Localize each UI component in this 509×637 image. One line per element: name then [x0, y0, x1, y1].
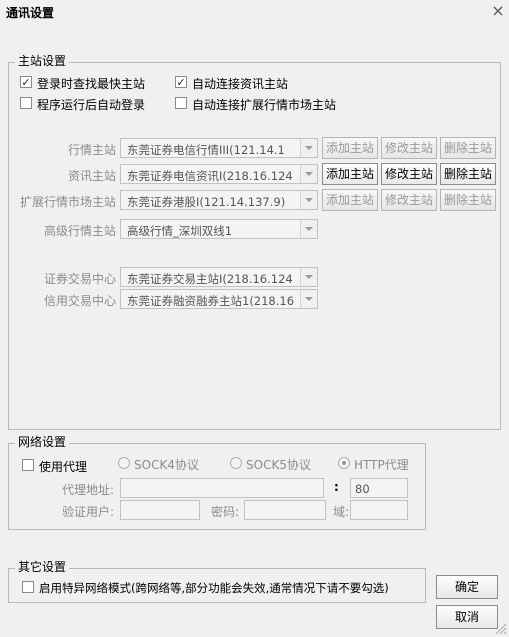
quote-station-select[interactable]: 东莞证券电信行情III(121.14.1: [120, 138, 318, 158]
window-title: 通讯设置: [6, 6, 55, 20]
delete-quote-station-button[interactable]: 删除主站: [440, 137, 496, 159]
main-station-group: [8, 62, 501, 430]
delete-info-station-button[interactable]: 删除主站: [440, 163, 496, 185]
domain-label: 域:: [333, 505, 350, 519]
info-station-label: 资讯主站: [67, 169, 116, 183]
main-station-legend: 主站设置: [15, 52, 70, 69]
title-bar: [0, 0, 509, 24]
auth-user-input[interactable]: [120, 500, 200, 520]
sock5-radio[interactable]: [230, 457, 242, 469]
sock4-radio[interactable]: [118, 457, 130, 469]
auto-connect-info-label: 自动连接资讯主站: [192, 77, 289, 91]
edit-info-station-button[interactable]: 修改主站: [381, 163, 437, 185]
ok-button[interactable]: 确定: [436, 575, 498, 599]
sock4-label: SOCK4协议: [134, 458, 199, 472]
close-icon[interactable]: ×: [490, 2, 506, 20]
info-station-select[interactable]: 东莞证券电信资讯I(218.16.124: [120, 164, 318, 184]
proxy-address-input[interactable]: [120, 478, 324, 498]
http-proxy-radio[interactable]: [338, 457, 350, 469]
add-quote-station-button[interactable]: 添加主站: [322, 137, 378, 159]
special-network-label: 启用特异网络模式(跨网络等,部分功能会失效,通常情况下请不要勾选): [39, 581, 389, 595]
password-input[interactable]: [244, 500, 326, 520]
ext-station-value: 东莞证券港股I(121.14.137.9): [127, 195, 286, 209]
other-settings-legend: 其它设置: [15, 558, 70, 575]
find-fastest-checkbox[interactable]: ✓: [20, 76, 32, 88]
auto-login-checkbox[interactable]: [20, 97, 32, 109]
chevron-down-icon[interactable]: [300, 139, 317, 157]
securities-trade-select[interactable]: 东莞证券交易主站I(218.16.124: [120, 267, 318, 287]
use-proxy-checkbox[interactable]: [22, 459, 34, 471]
add-ext-station-button[interactable]: 添加主站: [322, 189, 378, 211]
port-input[interactable]: 80: [350, 478, 408, 498]
quote-station-value: 东莞证券电信行情III(121.14.1: [127, 143, 285, 157]
http-proxy-label: HTTP代理: [354, 458, 409, 472]
auto-connect-info-checkbox[interactable]: ✓: [175, 76, 187, 88]
credit-trade-select[interactable]: 东莞证券融资融券主站1(218.16: [120, 289, 318, 309]
ext-station-select[interactable]: 东莞证券港股I(121.14.137.9): [120, 190, 318, 210]
add-info-station-button[interactable]: 添加主站: [322, 163, 378, 185]
resize-grip-icon[interactable]: [493, 621, 507, 635]
sock5-label: SOCK5协议: [246, 458, 311, 472]
securities-trade-label: 证券交易中心: [43, 272, 116, 286]
ext-station-label: 扩展行情市场主站: [19, 195, 116, 209]
password-label: 密码:: [211, 505, 240, 519]
chevron-down-icon[interactable]: [300, 290, 317, 308]
edit-ext-station-button[interactable]: 修改主站: [381, 189, 437, 211]
securities-trade-value: 东莞证券交易主站I(218.16.124: [127, 272, 293, 286]
chevron-down-icon[interactable]: [300, 220, 317, 238]
adv-station-value: 高级行情_深圳双线1: [127, 224, 233, 238]
proxy-address-label: 代理地址:: [61, 483, 114, 497]
find-fastest-label: 登录时查找最快主站: [37, 77, 146, 91]
auto-login-label: 程序运行后自动登录: [37, 98, 146, 112]
cancel-button[interactable]: 取消: [436, 605, 498, 629]
credit-trade-value: 东莞证券融资融券主站1(218.16: [127, 294, 295, 308]
adv-station-label: 高级行情主站: [43, 224, 116, 238]
auth-user-label: 验证用户:: [61, 505, 114, 519]
adv-station-select[interactable]: 高级行情_深圳双线1: [120, 219, 318, 239]
port-separator: :: [334, 480, 339, 494]
chevron-down-icon[interactable]: [300, 165, 317, 183]
auto-connect-ext-checkbox[interactable]: [175, 97, 187, 109]
delete-ext-station-button[interactable]: 删除主站: [440, 189, 496, 211]
special-network-checkbox[interactable]: [22, 581, 34, 593]
domain-input[interactable]: [350, 500, 408, 520]
edit-quote-station-button[interactable]: 修改主站: [381, 137, 437, 159]
port-value: 80: [355, 482, 370, 496]
info-station-value: 东莞证券电信资讯I(218.16.124: [127, 169, 293, 183]
auto-connect-ext-label: 自动连接扩展行情市场主站: [192, 98, 337, 112]
chevron-down-icon[interactable]: [300, 268, 317, 286]
credit-trade-label: 信用交易中心: [43, 294, 116, 308]
network-legend: 网络设置: [15, 433, 70, 450]
chevron-down-icon[interactable]: [300, 191, 317, 209]
quote-station-label: 行情主站: [67, 143, 116, 157]
use-proxy-label: 使用代理: [39, 460, 88, 474]
